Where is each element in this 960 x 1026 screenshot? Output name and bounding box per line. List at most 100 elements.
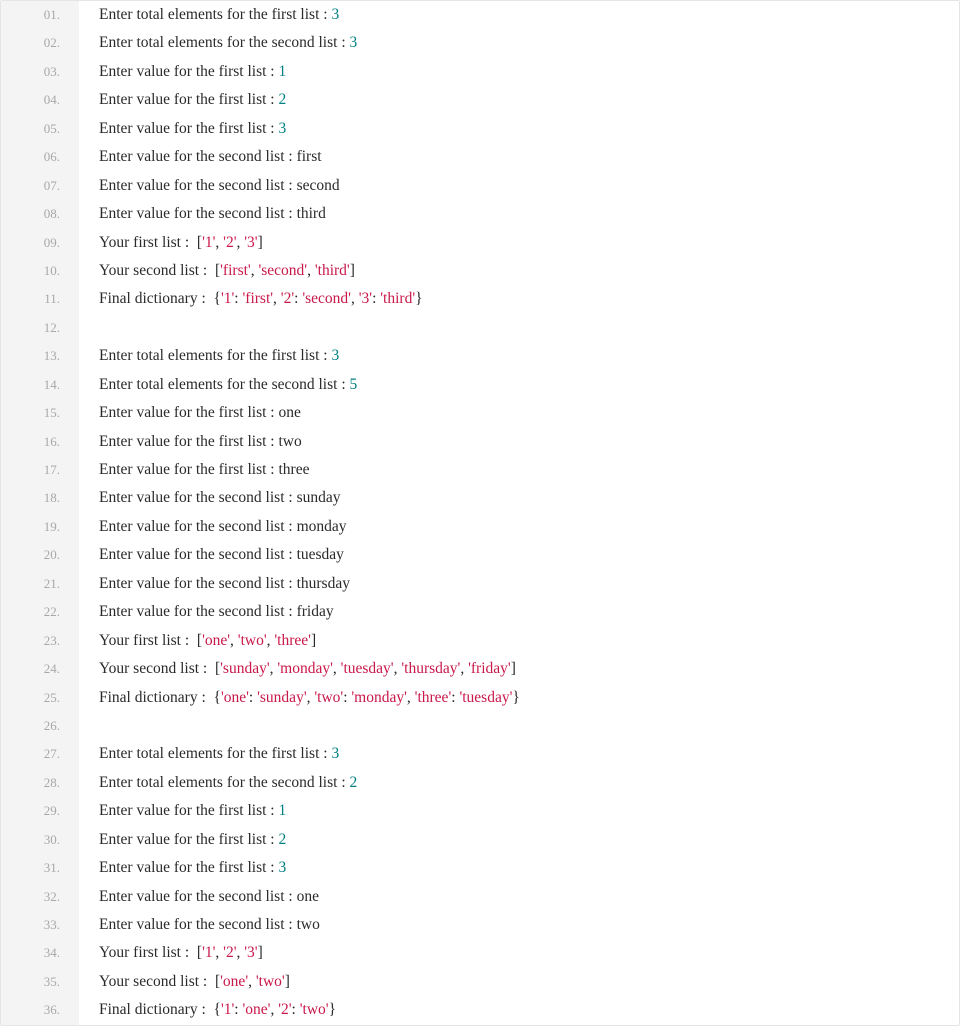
token-str: 'second' bbox=[258, 262, 307, 279]
line-content: Enter value for the second list : first bbox=[79, 143, 959, 171]
code-line: 22.Enter value for the second list : fri… bbox=[1, 598, 959, 626]
token-plain: ] bbox=[511, 660, 516, 677]
line-number: 07. bbox=[1, 172, 79, 200]
token-plain: Enter value for the second list : monday bbox=[99, 518, 347, 535]
token-num: 5 bbox=[350, 376, 358, 393]
line-number: 13. bbox=[1, 342, 79, 370]
line-content: Enter total elements for the second list… bbox=[79, 371, 959, 399]
token-plain: Final dictionary : { bbox=[99, 689, 221, 706]
token-plain: } bbox=[512, 689, 519, 706]
token-str: '3' bbox=[359, 290, 372, 307]
code-line: 18. Enter value for the second list : sun… bbox=[1, 484, 959, 512]
token-plain: Enter value for the second list : third bbox=[99, 205, 326, 222]
line-content: Enter total elements for the second list… bbox=[79, 29, 959, 57]
code-line: 10.Your second list : ['first', 'second'… bbox=[1, 257, 959, 285]
token-plain: , bbox=[215, 234, 223, 251]
token-plain: Enter value for the first list : bbox=[99, 120, 279, 137]
code-line: 13. Enter total elements for the first li… bbox=[1, 342, 959, 370]
token-str: 'sunday' bbox=[220, 660, 270, 677]
line-number: 09. bbox=[1, 229, 79, 257]
code-line: 24.Your second list : ['sunday', 'monday… bbox=[1, 655, 959, 683]
line-content: Enter value for the second list : thursd… bbox=[79, 570, 959, 598]
code-line: 17.Enter value for the first list : thre… bbox=[1, 456, 959, 484]
token-plain: Your first list : [ bbox=[99, 234, 202, 251]
token-str: '1' bbox=[202, 234, 215, 251]
code-line: 26. bbox=[1, 712, 959, 740]
line-number: 26. bbox=[1, 712, 79, 740]
line-number: 04. bbox=[1, 86, 79, 114]
code-line: 32.Enter value for the second list : one bbox=[1, 883, 959, 911]
token-str: 'monday' bbox=[277, 660, 333, 677]
token-plain: , bbox=[215, 944, 223, 961]
token-plain: , bbox=[230, 632, 238, 649]
token-str: '2' bbox=[281, 290, 294, 307]
line-content: Enter value for the first list : 1 bbox=[79, 58, 959, 86]
token-plain: , bbox=[333, 660, 341, 677]
token-num: 1 bbox=[279, 802, 287, 819]
code-line: 20.Enter value for the second list : tue… bbox=[1, 541, 959, 569]
line-content: Your first list : ['1', '2', '3'] bbox=[79, 939, 959, 967]
token-plain: Enter value for the second list : one bbox=[99, 888, 319, 905]
token-str: '1' bbox=[221, 290, 234, 307]
line-number: 23. bbox=[1, 627, 79, 655]
line-number: 18. bbox=[1, 484, 79, 512]
line-content: Enter total elements for the first list … bbox=[79, 342, 959, 370]
token-str: 'sunday' bbox=[257, 689, 307, 706]
token-plain: , bbox=[460, 660, 468, 677]
line-number: 06. bbox=[1, 143, 79, 171]
token-str: '3' bbox=[244, 944, 257, 961]
token-plain: , bbox=[407, 689, 415, 706]
line-number: 01. bbox=[1, 1, 79, 29]
token-plain: Enter value for the first list : bbox=[99, 63, 279, 80]
line-content: Final dictionary : {'one': 'sunday', 'tw… bbox=[79, 684, 959, 712]
token-plain: Enter total elements for the second list… bbox=[99, 774, 350, 791]
code-line: 12. bbox=[1, 314, 959, 342]
code-line: 25.Final dictionary : {'one': 'sunday', … bbox=[1, 684, 959, 712]
token-str: 'tuesday' bbox=[341, 660, 394, 677]
token-num: 3 bbox=[279, 120, 287, 137]
code-line: 28.Enter total elements for the second l… bbox=[1, 769, 959, 797]
line-content: Your second list : ['one', 'two'] bbox=[79, 968, 959, 996]
code-line: 30.Enter value for the first list : 2 bbox=[1, 826, 959, 854]
line-content: Enter value for the first list : two bbox=[79, 428, 959, 456]
token-plain: ] bbox=[350, 262, 355, 279]
line-number: 24. bbox=[1, 655, 79, 683]
line-content: Your first list : ['one', 'two', 'three'… bbox=[79, 627, 959, 655]
line-content: Final dictionary : {'1': 'first', '2': '… bbox=[79, 285, 959, 313]
token-plain: Your second list : [ bbox=[99, 973, 220, 990]
line-number: 29. bbox=[1, 797, 79, 825]
token-plain: Enter value for the second list : sunday bbox=[99, 489, 340, 506]
token-plain: ] bbox=[258, 234, 263, 251]
token-plain: : bbox=[292, 1001, 300, 1018]
token-plain: Enter value for the second list : two bbox=[99, 916, 320, 933]
token-plain: Your second list : [ bbox=[99, 262, 220, 279]
token-plain: Enter total elements for the first list … bbox=[99, 347, 331, 364]
line-content: Enter value for the second list : second bbox=[79, 172, 959, 200]
token-plain: Enter total elements for the second list… bbox=[99, 376, 350, 393]
token-num: 3 bbox=[331, 347, 339, 364]
line-content: Enter value for the first list : 2 bbox=[79, 86, 959, 114]
token-plain: ] bbox=[285, 973, 290, 990]
token-str: 'first' bbox=[242, 290, 273, 307]
code-line: 06.Enter value for the second list : fir… bbox=[1, 143, 959, 171]
token-str: 'two' bbox=[314, 689, 343, 706]
token-plain: ] bbox=[258, 944, 263, 961]
line-content: Enter value for the first list : 3 bbox=[79, 854, 959, 882]
code-line: 11.Final dictionary : {'1': 'first', '2'… bbox=[1, 285, 959, 313]
line-number: 14. bbox=[1, 371, 79, 399]
line-number: 05. bbox=[1, 115, 79, 143]
token-str: '1' bbox=[221, 1001, 234, 1018]
line-content: Enter value for the first list : 2 bbox=[79, 826, 959, 854]
line-content: Enter value for the second list : two bbox=[79, 911, 959, 939]
token-plain: ] bbox=[311, 632, 316, 649]
line-content: Enter total elements for the first list … bbox=[79, 1, 959, 29]
token-num: 3 bbox=[331, 6, 339, 23]
line-number: 21. bbox=[1, 570, 79, 598]
line-number: 03. bbox=[1, 58, 79, 86]
token-plain: Enter total elements for the second list… bbox=[99, 34, 350, 51]
token-num: 3 bbox=[331, 745, 339, 762]
line-content: Enter total elements for the second list… bbox=[79, 769, 959, 797]
token-plain: Enter value for the first list : bbox=[99, 859, 279, 876]
token-plain: Enter value for the second list : tuesda… bbox=[99, 546, 344, 563]
token-str: 'three' bbox=[274, 632, 311, 649]
